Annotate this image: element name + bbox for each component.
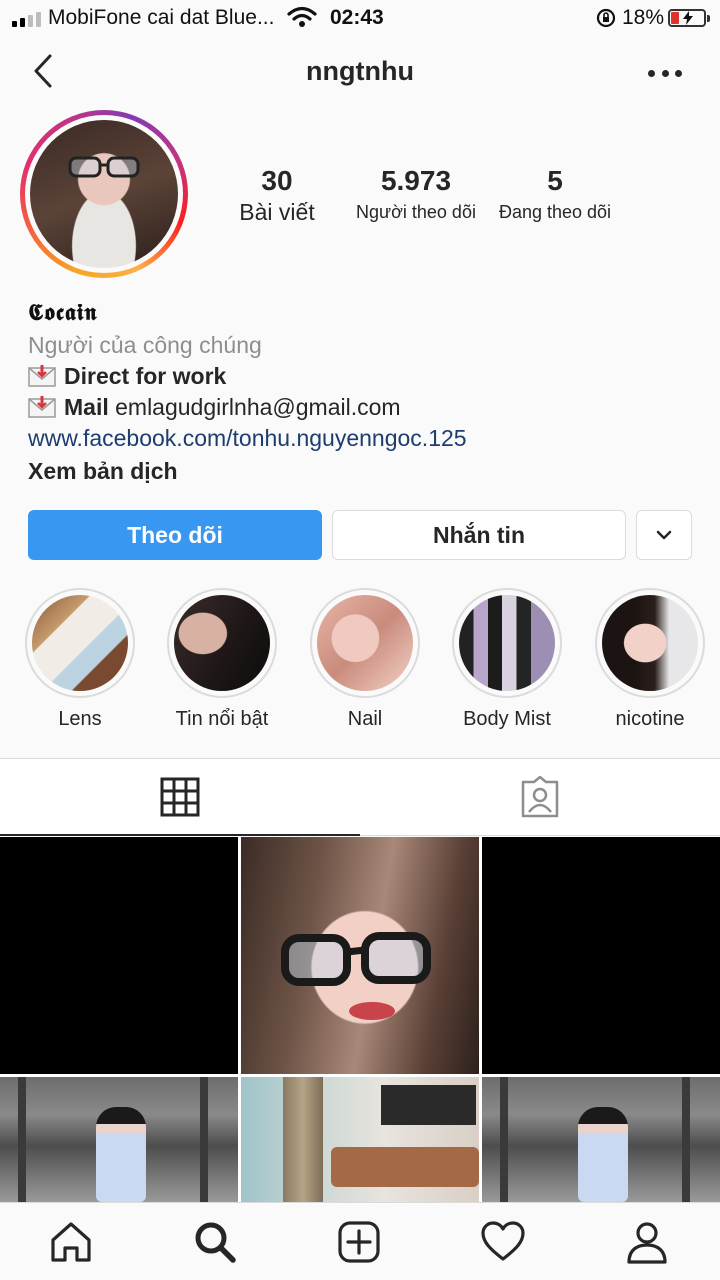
clock: 02:43: [330, 6, 384, 29]
highlight-label: Tin nổi bật: [175, 708, 269, 730]
highlight-thumbnail: [32, 595, 128, 691]
post-person-shape: [96, 1107, 146, 1202]
more-options-button[interactable]: [648, 70, 682, 80]
more-horizontal-icon: [648, 70, 655, 77]
profile-avatar[interactable]: [20, 110, 188, 278]
bio-mail-address: emlagudgirlnha@gmail.com: [108, 394, 401, 420]
tab-tagged[interactable]: [360, 759, 720, 836]
highlight-label: Lens: [58, 708, 102, 730]
post-thumbnail[interactable]: [241, 837, 479, 1074]
nav-new-post[interactable]: [334, 1217, 384, 1267]
message-button[interactable]: Nhắn tin: [332, 510, 626, 560]
suggested-accounts-button[interactable]: [636, 510, 692, 560]
bio-line-mail: Mail emlagudgirlnha@gmail.com: [28, 392, 698, 423]
highlight-body-mist[interactable]: Body Mist: [437, 588, 577, 731]
highlight-thumbnail: [317, 595, 413, 691]
nav-home[interactable]: [46, 1217, 96, 1267]
following-value: 5: [547, 165, 563, 196]
highlight-thumbnail: [602, 595, 698, 691]
highlight-nicotine[interactable]: nicotine: [580, 588, 720, 731]
bio-category: Người của công chúng: [28, 332, 262, 358]
profile-tabs: [0, 758, 720, 836]
post-thumbnail[interactable]: [482, 1077, 720, 1202]
bio-mail-label: Mail: [64, 394, 109, 420]
battery-icon: [668, 9, 710, 27]
following-label: Đang theo dõi: [498, 202, 612, 222]
envelope-icon: [28, 395, 56, 418]
nav-activity[interactable]: [478, 1217, 528, 1267]
bottom-navigation: [0, 1202, 720, 1280]
highlight-nail[interactable]: Nail: [295, 588, 435, 731]
posts-label: Bài viết: [239, 199, 315, 225]
story-highlights: Lens Tin nổi bật Nail Body Mist nicotine: [0, 588, 720, 738]
wifi-icon: [287, 6, 317, 33]
search-icon: [195, 1222, 236, 1263]
bio-website-link[interactable]: www.facebook.com/tonhu.nguyenngoc.125: [28, 423, 698, 454]
glasses-shape: [281, 932, 431, 986]
profile-icon: [627, 1222, 667, 1264]
followers-count[interactable]: 5.973 Người theo dõi: [350, 164, 482, 226]
rotation-lock-icon: [596, 8, 616, 33]
bio-work-text: Direct for work: [64, 363, 227, 389]
post-thumbnail[interactable]: [0, 837, 238, 1074]
signal-icon: [12, 9, 41, 27]
highlight-thumbnail: [174, 595, 270, 691]
add-post-icon: [338, 1221, 380, 1263]
followers-label: Người theo dõi: [356, 202, 476, 222]
battery-percentage: 18%: [622, 6, 665, 29]
posts-grid: [0, 837, 720, 1202]
posts-count[interactable]: 30 Bài viết: [226, 164, 328, 226]
posts-value: 30: [261, 165, 293, 196]
post-person-shape: [578, 1107, 628, 1202]
highlight-label: Body Mist: [463, 708, 551, 730]
grid-icon: [160, 777, 200, 816]
heart-icon: [481, 1221, 525, 1261]
highlight-label: nicotine: [615, 708, 685, 730]
home-icon: [51, 1222, 91, 1262]
profile-header: nngtnhu: [0, 40, 720, 110]
highlight-label: Nail: [347, 708, 383, 730]
profile-bio: 𝕮𝖔𝖈𝖆𝖎𝖓 Người của công chúng Direct for w…: [28, 296, 698, 487]
chevron-down-icon: [656, 530, 672, 540]
post-thumbnail[interactable]: [241, 1077, 479, 1202]
nav-search[interactable]: [190, 1217, 240, 1267]
highlight-lens[interactable]: Lens: [10, 588, 150, 731]
highlight-tin-noi-bat[interactable]: Tin nổi bật: [152, 588, 292, 731]
post-thumbnail[interactable]: [482, 837, 720, 1074]
highlight-thumbnail: [459, 595, 555, 691]
status-bar: MobiFone cai dat Blue... 02:43 18%: [0, 0, 720, 36]
carrier-name: MobiFone cai dat Blue...: [48, 6, 275, 29]
post-lips-shape: [349, 1002, 395, 1020]
bio-line-work: Direct for work: [28, 361, 698, 392]
glasses-shape: [68, 156, 140, 178]
avatar-photo: [30, 120, 178, 268]
envelope-icon: [28, 364, 56, 387]
following-count[interactable]: 5 Đang theo dõi: [490, 164, 620, 226]
profile-username: nngtnhu: [306, 56, 414, 86]
post-thumbnail[interactable]: [0, 1077, 238, 1202]
follow-button[interactable]: Theo dõi: [28, 510, 322, 560]
bio-display-name: 𝕮𝖔𝖈𝖆𝖎𝖓: [28, 299, 98, 326]
nav-profile[interactable]: [622, 1217, 672, 1267]
tagged-person-icon: [521, 776, 559, 818]
see-translation-link[interactable]: Xem bản dịch: [28, 456, 698, 487]
followers-value: 5.973: [380, 165, 452, 196]
tab-posts-grid[interactable]: [0, 759, 360, 836]
